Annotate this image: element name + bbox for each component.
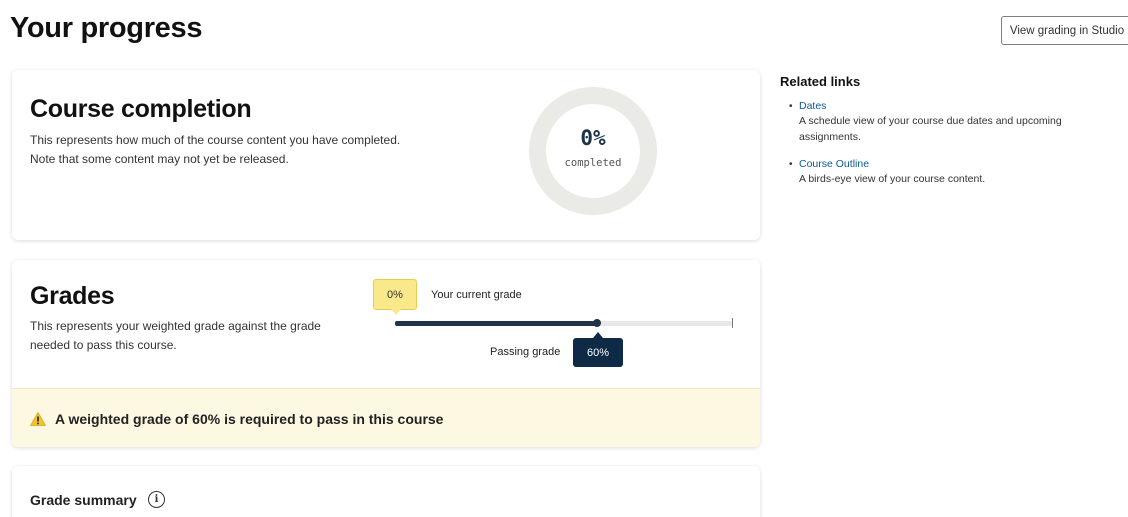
course-outline-description: A birds-eye view of your course content.	[799, 173, 986, 185]
dates-link[interactable]: Dates	[799, 99, 1119, 113]
passing-grade-fill	[395, 321, 598, 326]
course-outline-link[interactable]: Course Outline	[799, 157, 1119, 171]
related-links-list: • Dates A schedule view of your course d…	[789, 99, 1119, 199]
passing-grade-label: Passing grade	[490, 346, 561, 358]
grade-bar-end-tick	[732, 318, 733, 328]
grades-description-line: needed to pass this course.	[30, 338, 177, 352]
grades-description-line: This represents your weighted grade agai…	[30, 319, 321, 333]
dates-description: A schedule view of your course due dates…	[799, 115, 1062, 127]
grade-summary-title: Grade summary	[30, 492, 137, 508]
bullet-icon: •	[789, 159, 793, 170]
course-completion-description: This represents how much of the course c…	[30, 131, 400, 169]
completion-donut-chart: 0% completed	[529, 87, 657, 215]
warning-triangle-icon	[30, 412, 46, 426]
grades-title: Grades	[30, 282, 115, 310]
info-icon[interactable]: i	[148, 491, 165, 508]
course-completion-description-line: This represents how much of the course c…	[30, 133, 401, 147]
grade-progress-bar	[395, 318, 733, 328]
completion-percent: 0%	[580, 126, 606, 150]
passing-grade-tooltip: 60%	[573, 332, 623, 367]
dates-description: assignments.	[799, 131, 861, 143]
grades-description: This represents your weighted grade agai…	[30, 317, 321, 355]
passing-requirement-alert: A weighted grade of 60% is required to p…	[12, 388, 760, 447]
passing-requirement-text: A weighted grade of 60% is required to p…	[55, 411, 444, 427]
view-grading-in-studio-button[interactable]: View grading in Studio	[1001, 16, 1128, 45]
current-grade-label: Your current grade	[431, 289, 522, 301]
grades-card: Grades This represents your weighted gra…	[12, 260, 760, 447]
grade-summary-card: Grade summary i	[12, 466, 760, 517]
current-grade-tooltip: 0%	[373, 279, 417, 315]
page-title: Your progress	[10, 12, 203, 44]
related-link-item-dates: • Dates A schedule view of your course d…	[789, 99, 1119, 145]
course-completion-description-line: Note that some content may not yet be re…	[30, 152, 289, 166]
related-links-title: Related links	[780, 74, 861, 89]
course-completion-card: Course completion This represents how mu…	[12, 70, 760, 240]
passing-grade-marker	[593, 319, 602, 327]
course-completion-title: Course completion	[30, 95, 252, 123]
completion-label: completed	[564, 157, 622, 169]
related-link-item-course-outline: • Course Outline A birds-eye view of you…	[789, 157, 1119, 187]
bullet-icon: •	[789, 101, 793, 112]
